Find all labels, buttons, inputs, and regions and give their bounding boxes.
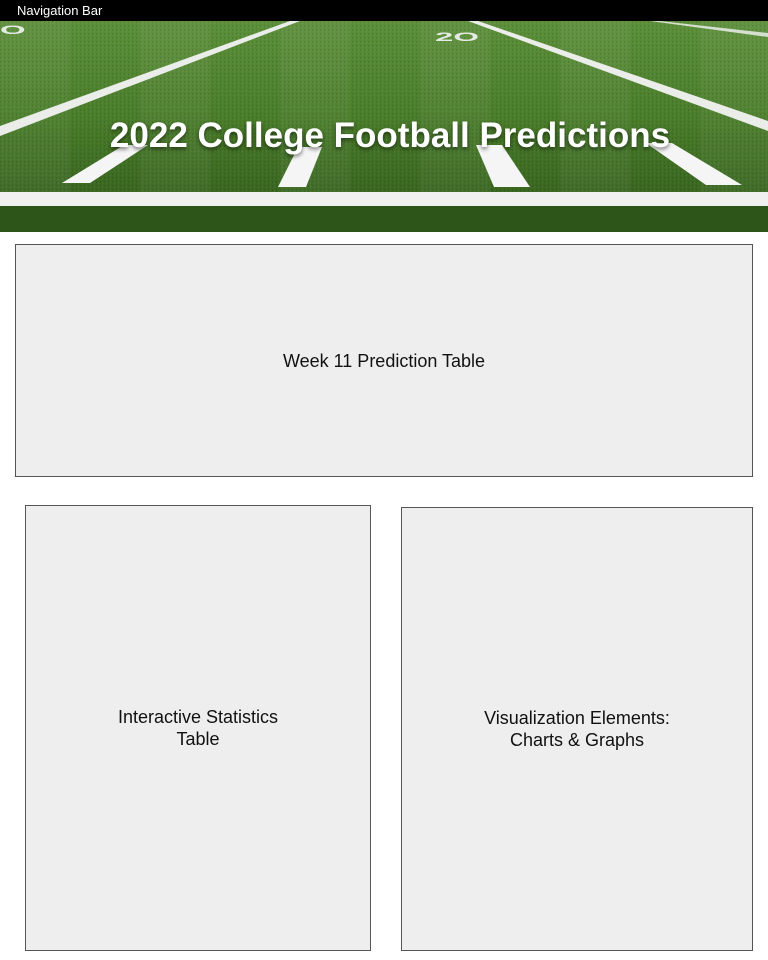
statistics-table-label: Interactive Statistics Table <box>117 707 279 749</box>
visualization-panel-label: Visualization Elements: Charts & Graphs <box>484 708 670 750</box>
prediction-table-label: Week 11 Prediction Table <box>282 350 486 371</box>
page-title: 2022 College Football Predictions <box>109 116 671 155</box>
visualization-elements-panel[interactable]: Visualization Elements: Charts & Graphs <box>401 507 753 951</box>
hero-banner: O 2O 2022 College Football Predictions <box>0 21 768 232</box>
navigation-bar-label: Navigation Bar <box>17 3 103 18</box>
navigation-bar[interactable]: Navigation Bar <box>0 0 768 21</box>
interactive-statistics-table[interactable]: Interactive Statistics Table <box>25 505 371 951</box>
svg-text:2O: 2O <box>435 31 479 44</box>
svg-text:O: O <box>0 24 26 37</box>
week-11-prediction-table[interactable]: Week 11 Prediction Table <box>15 244 753 477</box>
